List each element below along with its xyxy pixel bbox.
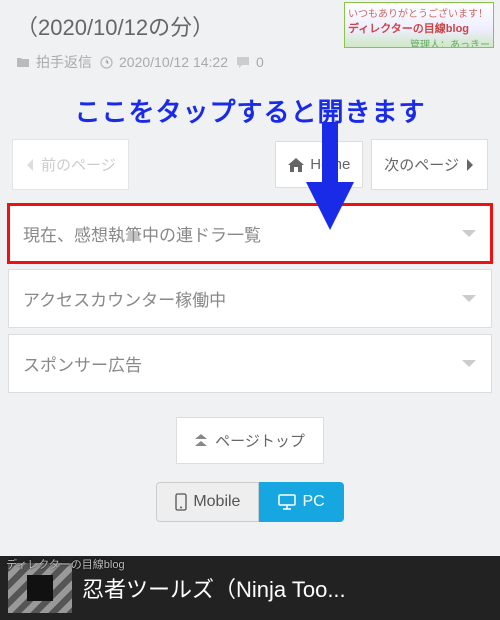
watermark: ディレクターの目線blog <box>6 556 125 572</box>
post-meta: 拍手返信 2020/10/12 14:22 0 <box>0 48 500 82</box>
ninja-icon <box>27 575 53 601</box>
comments-group: 0 <box>236 54 264 70</box>
accordion-item-sponsor-ad[interactable]: スポンサー広告 <box>8 334 492 393</box>
home-label: Home <box>310 156 350 173</box>
chevron-down-icon <box>461 359 477 369</box>
chevron-down-icon <box>461 294 477 304</box>
accordion-label: スポンサー広告 <box>23 351 142 376</box>
double-chevron-up-icon <box>195 434 207 448</box>
view-mode-bar: Mobile PC <box>0 478 500 532</box>
next-page-label: 次のページ <box>384 154 459 175</box>
annotation-text: ここをタップすると開きます <box>0 82 500 129</box>
prev-page-label: 前のページ <box>41 154 116 175</box>
page-top-button[interactable]: ページトップ <box>176 417 324 464</box>
corner-ad-line2: ディレクターの目線blog <box>348 20 490 36</box>
datetime-group: 2020/10/12 14:22 <box>100 54 228 70</box>
accordion-label: 現在、感想執筆中の連ドラ一覧 <box>23 221 261 246</box>
pc-mode-label: PC <box>302 493 324 511</box>
pc-mode-button[interactable]: PC <box>259 482 343 522</box>
comments-count: 0 <box>256 54 264 70</box>
category-group: 拍手返信 <box>16 52 92 72</box>
accordion-label: アクセスカウンター稼働中 <box>23 286 226 311</box>
page-top-area: ページトップ <box>0 399 500 478</box>
accordion-item-access-counter[interactable]: アクセスカウンター稼働中 <box>8 269 492 328</box>
datetime-label: 2020/10/12 14:22 <box>119 54 228 70</box>
accordion-item-drama-list[interactable]: 現在、感想執筆中の連ドラ一覧 <box>8 204 492 263</box>
mobile-mode-label: Mobile <box>193 493 240 511</box>
monitor-icon <box>278 494 296 510</box>
accordion-list: 現在、感想執筆中の連ドラ一覧 アクセスカウンター稼働中 スポンサー広告 <box>0 204 500 393</box>
folder-icon <box>16 56 30 68</box>
chevron-left-icon <box>25 158 35 172</box>
next-page-button[interactable]: 次のページ <box>371 139 488 190</box>
category-label: 拍手返信 <box>36 52 92 72</box>
corner-ad[interactable]: いつもありがとうございます！ ディレクターの目線blog 管理人：あっきー <box>344 2 494 48</box>
comment-icon <box>236 56 250 69</box>
clock-icon <box>100 56 113 69</box>
corner-ad-line1: いつもありがとうございます！ <box>348 5 490 20</box>
footer-ad-text: 忍者ツールズ（Ninja Too... <box>82 572 492 604</box>
mobile-mode-button[interactable]: Mobile <box>156 482 259 522</box>
chevron-down-icon <box>461 229 477 239</box>
prev-page-button[interactable]: 前のページ <box>12 139 129 190</box>
page-top-label: ページトップ <box>215 430 305 451</box>
home-button[interactable]: Home <box>275 141 363 188</box>
nav-row: 前のページ Home 次のページ <box>0 129 500 204</box>
home-icon <box>288 158 304 172</box>
chevron-right-icon <box>465 158 475 172</box>
corner-ad-line3: 管理人：あっきー <box>348 36 490 48</box>
phone-icon <box>175 493 187 511</box>
